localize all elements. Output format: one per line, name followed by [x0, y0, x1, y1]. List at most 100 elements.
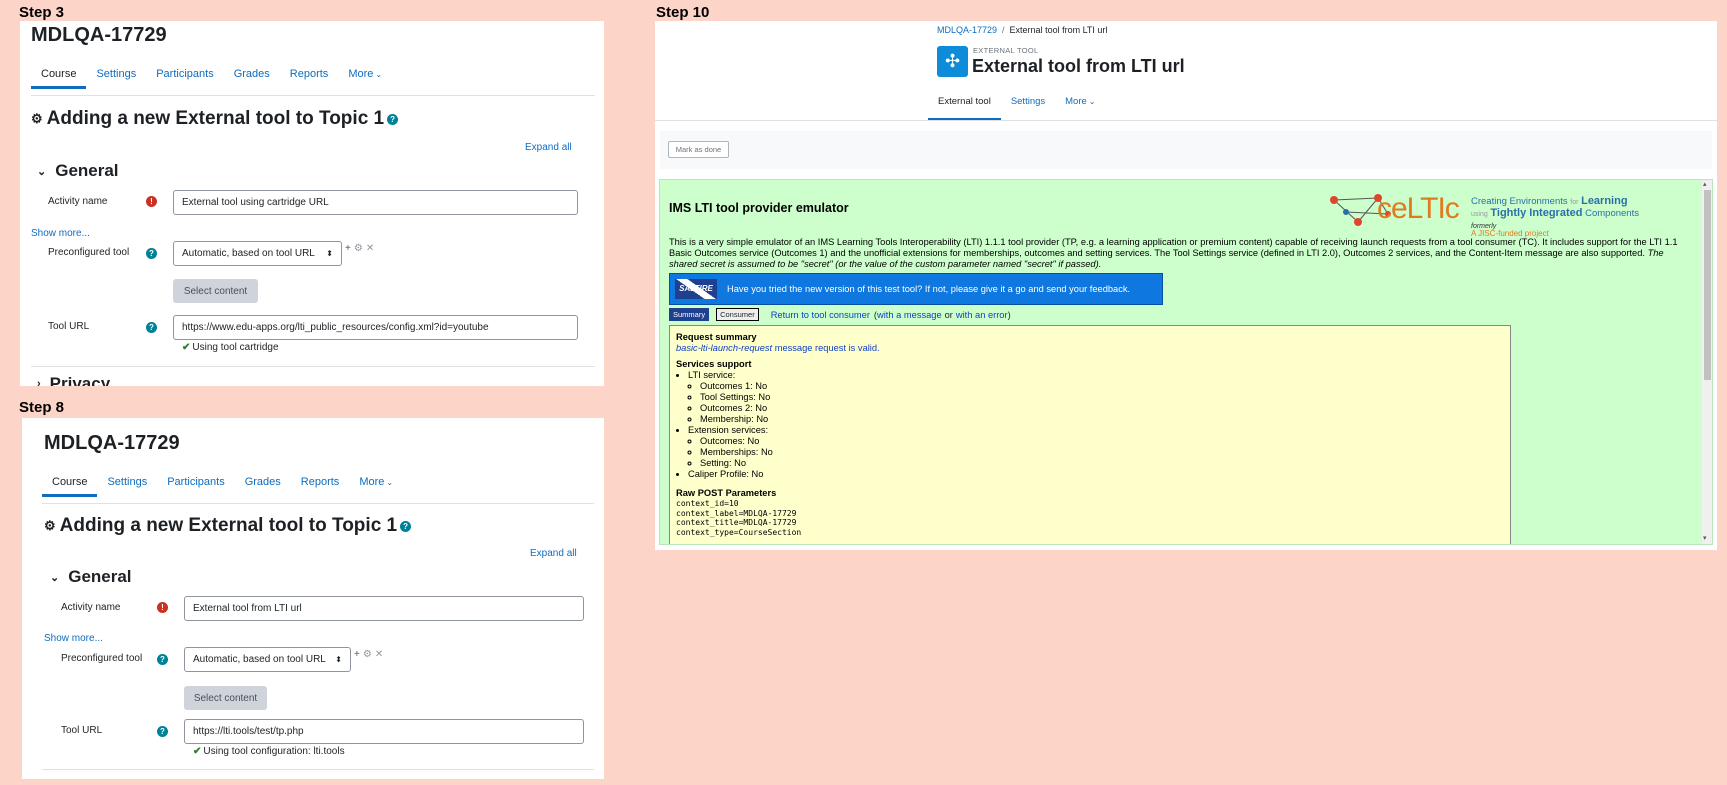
- activity-name-input[interactable]: External tool using cartridge URL: [173, 190, 578, 215]
- breadcrumb-course-link[interactable]: MDLQA-17729: [937, 25, 997, 35]
- puzzle-icon: ⚙: [31, 111, 43, 126]
- gear-icon[interactable]: ⚙: [354, 243, 366, 254]
- help-icon[interactable]: ?: [146, 248, 157, 259]
- select-content-button[interactable]: Select content: [184, 686, 267, 710]
- tab-more-label: More: [348, 68, 374, 80]
- tab-course[interactable]: Course: [42, 467, 98, 497]
- page-heading: ⚙ Adding a new External tool to Topic 1 …: [31, 108, 399, 130]
- course-nav-tabs: Course Settings Participants Grades Repo…: [31, 59, 392, 89]
- scroll-down-icon[interactable]: ▾: [1703, 534, 1707, 542]
- close-icon[interactable]: ✕: [375, 649, 386, 660]
- section-privacy-title: Privacy: [49, 374, 111, 386]
- tagline-for: for: [1570, 199, 1579, 206]
- tool-url-input[interactable]: https://lti.tools/test/tp.php: [184, 719, 584, 744]
- tab-grades[interactable]: Grades: [224, 59, 280, 89]
- preconfigured-tool-label: Preconfigured tool: [61, 653, 143, 664]
- tagline-tight: Tightly Integrated: [1490, 207, 1583, 219]
- add-icon[interactable]: +: [354, 649, 363, 660]
- section-divider: [42, 769, 594, 770]
- tool-url-label: Tool URL: [48, 321, 90, 332]
- saltire-logo: SALTIRE: [675, 279, 717, 299]
- emulator-description-text: This is a very simple emulator of an IMS…: [669, 237, 1678, 258]
- tagline-learning: Learning: [1581, 195, 1628, 207]
- tab-settings[interactable]: Settings: [86, 59, 146, 89]
- saltire-banner[interactable]: SALTIRE Have you tried the new version o…: [669, 273, 1163, 305]
- help-icon[interactable]: ?: [146, 322, 157, 333]
- saltire-banner-text: Have you tried the new version of this t…: [727, 284, 1131, 294]
- extension-service-item: Extension services: Outcomes: No Members…: [688, 425, 1504, 469]
- services-list: LTI service: Outcomes 1: No Tool Setting…: [676, 370, 1504, 480]
- tab-settings[interactable]: Settings: [1001, 87, 1055, 121]
- lti-service-label: LTI service:: [688, 370, 736, 380]
- raw-post-line: context_title=MDLQA-17729: [676, 518, 797, 527]
- help-icon[interactable]: ?: [400, 520, 412, 532]
- show-more-link[interactable]: Show more...: [44, 633, 103, 644]
- section-general-header[interactable]: ⌄ General: [37, 161, 119, 181]
- breadcrumb-separator: /: [1002, 25, 1005, 35]
- scrollbar-thumb[interactable]: [1704, 190, 1711, 380]
- tool-url-input[interactable]: https://www.edu-apps.org/lti_public_reso…: [173, 315, 578, 340]
- tab-participants[interactable]: Participants: [146, 59, 223, 89]
- mark-as-done-button[interactable]: Mark as done: [668, 141, 729, 158]
- select-arrow-icon: ⬍: [326, 249, 333, 258]
- preconfigured-tool-select[interactable]: Automatic, based on tool URL ⬍: [184, 647, 351, 672]
- select-content-button[interactable]: Select content: [173, 279, 258, 303]
- section-general-header[interactable]: ⌄ General: [50, 567, 132, 587]
- activity-name-input[interactable]: External tool from LTI url: [184, 596, 584, 621]
- activity-type-kicker: EXTERNAL TOOL: [973, 46, 1039, 55]
- raw-post-line: context_label=MDLQA-17729: [676, 508, 797, 518]
- select-arrow-icon: ⬍: [335, 655, 342, 664]
- step-10-label: Step 10: [656, 4, 710, 21]
- step-8-label: Step 8: [19, 399, 65, 416]
- request-valid-text: message request is valid.: [774, 343, 880, 353]
- celtic-tagline: Creating Environments for Learning using…: [1471, 196, 1639, 239]
- expand-all-link[interactable]: Expand all: [525, 142, 572, 153]
- scroll-up-icon[interactable]: ▴: [1703, 180, 1707, 188]
- summary-button[interactable]: Summary: [669, 308, 710, 321]
- raw-post-line: context_id=10: [676, 499, 739, 508]
- close-icon[interactable]: ✕: [366, 243, 377, 254]
- section-divider: [31, 366, 595, 367]
- summary-controls: Summary Consumer Return to tool consumer…: [669, 308, 1011, 321]
- launch-request-link[interactable]: basic-lti-launch-request: [676, 343, 772, 353]
- tab-more[interactable]: More ⌄: [1055, 87, 1105, 121]
- tab-reports[interactable]: Reports: [280, 59, 339, 89]
- list-item: Outcomes 1: No: [700, 381, 1504, 392]
- gear-icon[interactable]: ⚙: [363, 649, 375, 660]
- preconfigured-tool-label: Preconfigured tool: [48, 247, 130, 258]
- tab-more[interactable]: More ⌄: [349, 467, 403, 497]
- tab-more[interactable]: More ⌄: [338, 59, 392, 89]
- tab-reports[interactable]: Reports: [291, 467, 350, 497]
- show-more-link[interactable]: Show more...: [31, 228, 90, 239]
- preconfigured-tool-value: Automatic, based on tool URL: [182, 248, 315, 259]
- help-icon[interactable]: ?: [157, 726, 168, 737]
- step-3-panel: MDLQA-17729 Course Settings Participants…: [20, 21, 604, 386]
- expand-all-link[interactable]: Expand all: [530, 548, 577, 559]
- completion-bar: [660, 131, 1712, 169]
- help-icon[interactable]: ?: [157, 654, 168, 665]
- tab-course[interactable]: Course: [31, 59, 87, 89]
- chevron-down-icon: ⌄: [375, 70, 383, 79]
- tab-more-label: More: [1065, 96, 1087, 107]
- tagline-components: Components: [1585, 208, 1639, 219]
- with-error-link[interactable]: with an error: [956, 310, 1008, 320]
- tab-settings[interactable]: Settings: [97, 467, 157, 497]
- consumer-button[interactable]: Consumer: [716, 308, 759, 321]
- activity-name-label: Activity name: [61, 602, 121, 613]
- tab-grades[interactable]: Grades: [235, 467, 291, 497]
- breadcrumb-current: External tool from LTI url: [1009, 25, 1108, 35]
- with-message-link[interactable]: with a message: [877, 310, 942, 320]
- return-to-consumer-link[interactable]: Return to tool consumer: [771, 310, 870, 320]
- tab-participants[interactable]: Participants: [157, 467, 234, 497]
- section-general-title: General: [68, 567, 132, 586]
- preconfigured-tool-select[interactable]: Automatic, based on tool URL ⬍: [173, 241, 342, 266]
- tool-url-hint-text: Using tool configuration: lti.tools: [203, 746, 345, 757]
- add-icon[interactable]: +: [345, 243, 354, 254]
- tagline-part-1: Creating Environments: [1471, 196, 1568, 207]
- raw-post-line: context_type=CourseSection: [676, 527, 802, 537]
- tab-external-tool[interactable]: External tool: [928, 87, 1001, 121]
- help-icon[interactable]: ?: [387, 113, 399, 125]
- tab-divider: [31, 95, 595, 96]
- preconfigured-tool-value: Automatic, based on tool URL: [193, 654, 326, 665]
- section-privacy-header[interactable]: › Privacy: [37, 374, 110, 386]
